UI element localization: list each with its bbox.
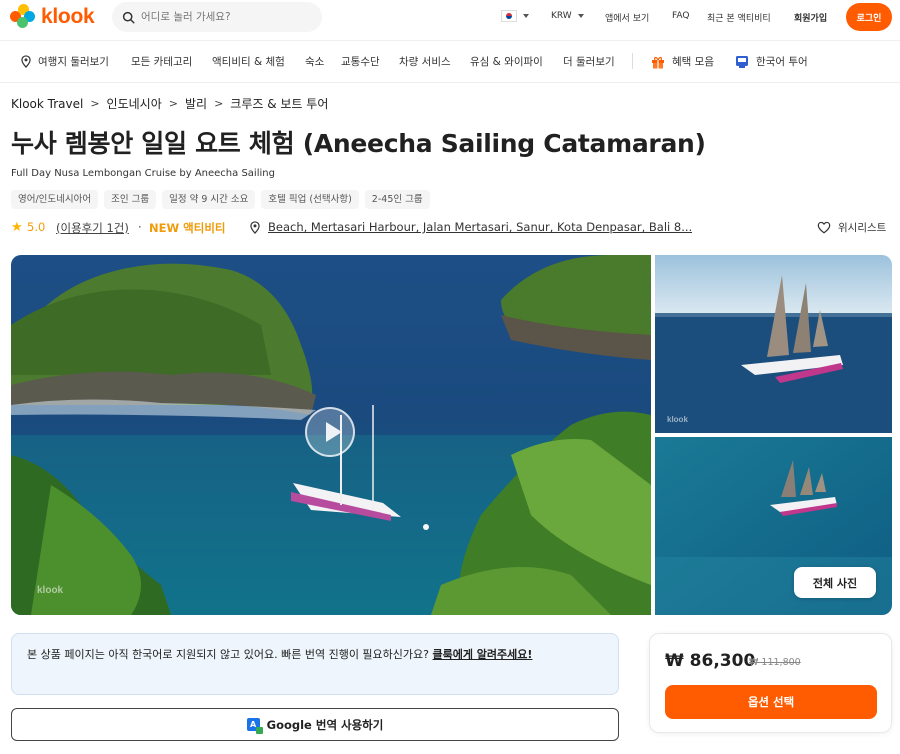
tag-group-size: 2-45인 그룹 bbox=[364, 190, 430, 209]
star-icon: ★ bbox=[11, 220, 23, 235]
logo-text: klook bbox=[41, 5, 95, 28]
nav-more[interactable]: 더 둘러보기 bbox=[563, 54, 615, 69]
gallery-photo-1[interactable]: klook bbox=[655, 255, 892, 433]
tag-group-type: 조인 그룹 bbox=[104, 190, 157, 209]
nav-transport[interactable]: 교통수단 bbox=[341, 54, 380, 69]
location-link[interactable]: Beach, Mertasari Harbour, Jalan Mertasar… bbox=[268, 220, 692, 234]
product-meta: ★ 5.0 (이용후기 1건) · NEW 액티비티 Beach, Mertas… bbox=[11, 219, 891, 237]
wishlist-button[interactable]: 위시리스트 bbox=[817, 220, 886, 235]
breadcrumb-item[interactable]: 발리 bbox=[185, 95, 207, 112]
chevron-down-icon bbox=[577, 13, 584, 18]
notice-text: 본 상품 페이지는 아직 한국어로 지원되지 않고 있어요. 빠른 번역 진행이… bbox=[27, 648, 433, 661]
app-link[interactable]: 앱에서 보기 bbox=[605, 11, 649, 24]
meta-separator: · bbox=[138, 220, 142, 234]
chevron-right-icon: > bbox=[90, 97, 100, 110]
chevron-right-icon: > bbox=[214, 97, 224, 110]
language-caret[interactable] bbox=[517, 11, 529, 21]
all-photos-button[interactable]: 전체 사진 bbox=[794, 567, 876, 598]
page-title: 누사 렘봉안 일일 요트 체험 (Aneecha Sailing Catamar… bbox=[11, 129, 706, 158]
nav-deals[interactable]: 혜택 모음 bbox=[651, 54, 714, 69]
nav-activities[interactable]: 액티비티 & 체험 bbox=[212, 54, 285, 69]
nav-label: 혜택 모음 bbox=[672, 56, 714, 68]
location-pin-icon bbox=[21, 55, 31, 68]
nav-label: 한국어 투어 bbox=[756, 56, 808, 68]
klook-logo[interactable]: klook bbox=[10, 4, 95, 30]
location-pin-icon bbox=[250, 221, 260, 234]
korea-tour-icon bbox=[736, 55, 748, 68]
search-bar[interactable] bbox=[112, 2, 322, 32]
google-translate-label: Google 번역 사용하기 bbox=[266, 717, 384, 732]
korea-flag-icon bbox=[506, 13, 512, 19]
gift-icon bbox=[652, 56, 664, 68]
currency-label: KRW bbox=[551, 11, 572, 21]
select-option-button[interactable]: 옵션 선택 bbox=[665, 685, 877, 719]
chevron-right-icon: > bbox=[168, 97, 178, 110]
nav-label: 여행지 둘러보기 bbox=[38, 56, 109, 68]
google-translate-icon: A bbox=[246, 718, 263, 734]
search-icon bbox=[122, 11, 135, 24]
google-translate-button[interactable]: A Google 번역 사용하기 bbox=[11, 708, 619, 741]
breadcrumb-item[interactable]: 인도네시아 bbox=[107, 95, 162, 112]
faq-link[interactable]: FAQ bbox=[672, 11, 689, 21]
original-price: ₩ 111,800 bbox=[749, 657, 801, 668]
heart-icon bbox=[817, 221, 831, 234]
search-input[interactable] bbox=[141, 11, 311, 23]
breadcrumb-item[interactable]: Klook Travel bbox=[11, 97, 83, 111]
klook-watermark: klook bbox=[37, 585, 64, 596]
tag-duration: 일정 약 9 시간 소요 bbox=[162, 190, 256, 209]
rating-value: 5.0 bbox=[27, 220, 46, 234]
play-button-icon[interactable] bbox=[305, 407, 355, 457]
nav-destinations[interactable]: 여행지 둘러보기 bbox=[20, 54, 109, 69]
catamaran-sailing-photo bbox=[655, 255, 892, 433]
chevron-down-icon bbox=[523, 13, 529, 18]
nav-divider bbox=[632, 53, 633, 69]
klook-watermark: klook bbox=[667, 415, 688, 424]
notify-klook-link[interactable]: 클룩에게 알려주세요! bbox=[433, 648, 533, 661]
feature-tags: 영어/인도네시아어 조인 그룹 일정 약 9 시간 소요 호텔 픽업 (선택사항… bbox=[11, 190, 430, 209]
main-video-thumbnail[interactable]: klook bbox=[11, 255, 651, 615]
tag-pickup: 호텔 픽업 (선택사항) bbox=[261, 190, 359, 209]
category-nav: 여행지 둘러보기 모든 카테고리 액티비티 & 체험 숙소 교통수단 차량 서비… bbox=[0, 40, 900, 83]
currency-selector[interactable]: KRW bbox=[551, 11, 584, 21]
language-selector[interactable] bbox=[501, 10, 517, 22]
tag-language: 영어/인도네시아어 bbox=[11, 190, 99, 209]
page-subtitle: Full Day Nusa Lembongan Cruise by Aneech… bbox=[11, 168, 275, 179]
klook-logo-icon bbox=[10, 4, 36, 30]
breadcrumb-item[interactable]: 크루즈 & 보트 투어 bbox=[230, 95, 328, 112]
nav-sim-wifi[interactable]: 유심 & 와이파이 bbox=[470, 54, 543, 69]
nav-korean-tour[interactable]: 한국어 투어 bbox=[735, 54, 808, 69]
new-activity-badge: NEW 액티비티 bbox=[149, 221, 226, 235]
top-header: klook KRW 앱에서 보기 FAQ 최근 본 액티비티 회원가입 로그인 bbox=[0, 0, 900, 38]
signup-link[interactable]: 회원가입 bbox=[794, 11, 827, 24]
nav-car-service[interactable]: 차량 서비스 bbox=[399, 54, 451, 69]
translation-notice: 본 상품 페이지는 아직 한국어로 지원되지 않고 있어요. 빠른 번역 진행이… bbox=[11, 633, 619, 695]
nav-hotels[interactable]: 숙소 bbox=[305, 54, 324, 69]
login-button[interactable]: 로그인 bbox=[846, 3, 892, 31]
current-price: ₩ 86,300 bbox=[665, 651, 756, 671]
wishlist-label: 위시리스트 bbox=[838, 222, 887, 234]
reviews-link[interactable]: (이용후기 1건) bbox=[56, 220, 129, 236]
breadcrumb: Klook Travel > 인도네시아 > 발리 > 크루즈 & 보트 투어 bbox=[11, 95, 328, 112]
recently-viewed-link[interactable]: 최근 본 액티비티 bbox=[707, 11, 771, 24]
price-card: ₩ 86,300 ₩ 111,800 옵션 선택 bbox=[649, 633, 892, 733]
nav-all-categories[interactable]: 모든 카테고리 bbox=[131, 54, 192, 69]
